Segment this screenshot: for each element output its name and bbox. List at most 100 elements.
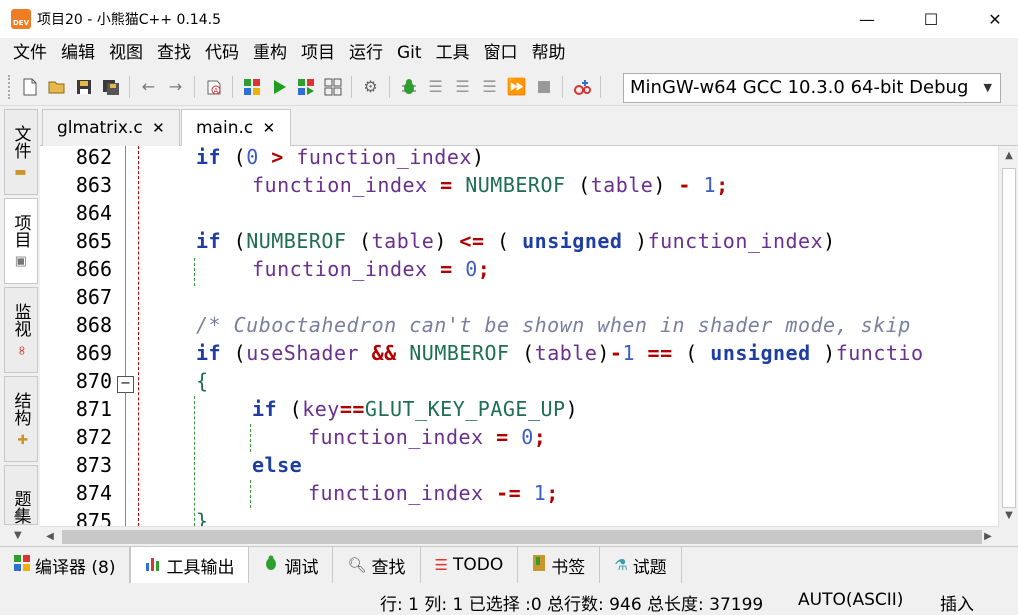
line-number: 870 [75,369,112,393]
menu-find[interactable]: 查找 [150,38,198,68]
compiler-icon [14,555,30,575]
open-file-icon[interactable] [45,75,69,99]
scroll-down-arrow-icon[interactable]: ▼ [14,530,22,541]
tab-todo[interactable]: ☰ TODO [420,547,519,583]
menu-bar: 文件 编辑 视图 查找 代码 重构 项目 运行 Git 工具 窗口 帮助 [0,38,1018,68]
editor-tab-glmatrix[interactable]: glmatrix.c ✕ [42,109,180,146]
scroll-left-arrow-icon[interactable]: ◀ [40,531,60,542]
menu-project[interactable]: 项目 [294,38,342,68]
menu-window[interactable]: 窗口 [477,38,525,68]
svg-text:A: A [213,87,218,95]
vertical-scrollbar[interactable]: ▲ ▼ [998,146,1018,526]
editor-tab-label: main.c [196,118,254,138]
code-line: if (0 > function_index) [196,146,485,169]
left-tab-label: 结构 [10,391,31,426]
toolbar-separator [232,75,233,98]
back-arrow-icon[interactable]: ← [137,75,161,99]
line-number: 873 [75,453,112,477]
toolbar: ← → A ⚙ ☰ ☰ ☰ ⏩ MinGW-w64 GCC 10.3.0 64-… [0,68,1018,106]
toolbar-separator [194,75,195,98]
toolbar-separator [562,75,563,98]
left-tab-files[interactable]: 文件 ▮ [4,109,38,195]
watch-icon: ∞ [13,344,29,356]
rebuild-icon[interactable] [321,75,345,99]
close-icon[interactable]: ✕ [152,119,165,137]
code-line: else [252,453,303,477]
scroll-up-arrow-icon[interactable]: ▲ [14,508,22,519]
minimize-button[interactable]: — [844,0,890,38]
scroll-up-arrow-icon[interactable]: ▲ [999,150,1018,161]
debug-icon[interactable] [397,75,421,99]
menu-code[interactable]: 代码 [198,38,246,68]
line-number: 869 [75,341,112,365]
close-button[interactable]: ✕ [972,0,1018,38]
step-over-icon[interactable]: ☰ [424,75,448,99]
code-text-area[interactable]: if (0 > function_index) function_index =… [136,146,998,526]
indent-guide [194,396,195,526]
tab-label: TODO [452,555,504,575]
left-tab-structure[interactable]: 结构 ✚ [4,376,38,462]
step-into-icon[interactable]: ☰ [451,75,475,99]
code-comment: /* Cuboctahedron can't be shown when in … [196,313,911,337]
fold-collapse-icon[interactable]: − [117,376,134,393]
menu-file[interactable]: 文件 [6,38,54,68]
stop-icon[interactable] [532,75,556,99]
menu-help[interactable]: 帮助 [525,38,573,68]
horizontal-scroll-thumb[interactable] [62,530,982,544]
status-bar: 行: 1 列: 1 已选择 :0 总行数: 946 总长度: 37199 AUT… [0,583,1018,615]
tab-debug[interactable]: 调试 [249,547,334,583]
tab-problems[interactable]: ⚗ 试题 [600,547,682,583]
tab-label: 试题 [632,557,667,578]
code-editor[interactable]: 862 863 864 865 866 867 868 869 870 871 … [40,146,1018,526]
compile-run-icon[interactable] [294,75,318,99]
code-line: function_index = 0; [308,425,547,449]
close-icon[interactable]: ✕ [263,119,276,137]
continue-icon[interactable]: ⏩ [505,75,529,99]
code-line: if (NUMBEROF (table) <= ( unsigned )func… [196,229,836,253]
step-out-icon[interactable]: ☰ [478,75,502,99]
menu-run[interactable]: 运行 [342,38,390,68]
bottom-panel-tabs: 编译器 (8) 工具输出 调试 🔍︎ 查找 ☰ TODO 书签 ⚗ 试题 [0,546,1018,583]
tab-label: 书签 [551,557,586,578]
tab-label: 编译器 (8) [35,557,116,578]
maximize-button[interactable]: ☐ [908,0,954,38]
left-tab-watch[interactable]: 监视 ∞ [4,287,38,373]
scroll-right-arrow-icon[interactable]: ▶ [978,531,998,542]
left-tab-project[interactable]: 项目 ▣ [4,198,38,284]
toolbar-separator [351,75,352,98]
code-line: function_index = NUMBEROF (table) - 1; [252,173,729,197]
horizontal-scrollbar[interactable]: ◀ ▶ [40,526,998,546]
tab-bookmark[interactable]: 书签 [518,547,601,583]
encoding-status[interactable]: AUTO(ASCII) [798,590,903,610]
forward-arrow-icon[interactable]: → [164,75,188,99]
save-icon[interactable] [72,75,96,99]
editor-tab-bar: glmatrix.c ✕ main.c ✕ [40,106,1018,147]
menu-edit[interactable]: 编辑 [54,38,102,68]
scroll-down-arrow-icon[interactable]: ▼ [999,510,1018,521]
save-all-icon[interactable] [99,75,123,99]
editor-tab-main[interactable]: main.c ✕ [181,109,291,147]
toolbar-separator [389,75,390,98]
new-file-icon[interactable] [18,75,42,99]
options-icon[interactable]: ⚙ [359,75,383,99]
menu-tools[interactable]: 工具 [429,38,477,68]
add-watch-icon[interactable] [570,75,594,99]
menu-view[interactable]: 视图 [102,38,150,68]
menu-git[interactable]: Git [390,38,429,68]
left-tab-label: 项目 [10,213,31,248]
tab-tool-output[interactable]: 工具输出 [130,547,250,583]
tab-compiler[interactable]: 编译器 (8) [0,547,131,583]
run-icon[interactable] [267,75,291,99]
tab-search[interactable]: 🔍︎ 查找 [333,547,421,583]
title-bar: DEV 项目20 - 小熊猫C++ 0.14.5 — ☐ ✕ [0,0,1018,38]
format-icon[interactable]: A [202,75,226,99]
toolbar-grip[interactable] [8,74,12,99]
line-number: 871 [75,397,112,421]
compiler-select[interactable]: MinGW-w64 GCC 10.3.0 64-bit Debug ▼ [623,73,1001,103]
code-line: } [196,509,209,526]
code-line: if (useShader && NUMBEROF (table)-1 == (… [196,341,924,365]
code-line: function_index -= 1; [308,481,559,505]
menu-refactor[interactable]: 重构 [246,38,294,68]
vertical-scroll-thumb[interactable] [1002,168,1016,508]
compile-icon[interactable] [240,75,264,99]
